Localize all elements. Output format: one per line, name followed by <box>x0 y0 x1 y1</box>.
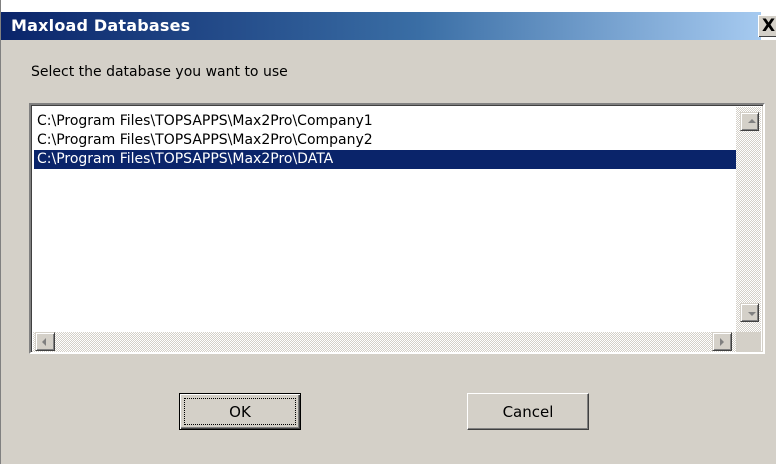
scroll-left-arrow-icon <box>42 338 46 346</box>
cancel-button[interactable]: Cancel <box>467 393 589 430</box>
horizontal-scrollbar[interactable] <box>33 332 736 352</box>
scroll-left-button[interactable] <box>35 332 55 351</box>
database-listbox[interactable]: C:\Program Files\TOPSAPPS\Max2Pro\Compan… <box>29 103 765 354</box>
close-icon: X <box>762 16 776 36</box>
vertical-scrollbar[interactable] <box>736 107 761 332</box>
scroll-right-arrow-icon <box>720 338 724 346</box>
close-button[interactable]: X <box>758 15 776 37</box>
scroll-down-arrow-icon <box>748 312 756 316</box>
list-item[interactable]: C:\Program Files\TOPSAPPS\Max2Pro\Compan… <box>34 112 736 131</box>
list-item-selected[interactable]: C:\Program Files\TOPSAPPS\Max2Pro\DATA <box>34 150 736 169</box>
scroll-up-arrow-icon <box>748 119 756 123</box>
dialog-window: Maxload Databases X Select the database … <box>0 0 776 464</box>
database-list: C:\Program Files\TOPSAPPS\Max2Pro\Compan… <box>34 112 736 169</box>
scroll-down-button[interactable] <box>740 303 759 322</box>
list-item[interactable]: C:\Program Files\TOPSAPPS\Max2Pro\Compan… <box>34 131 736 150</box>
prompt-label: Select the database you want to use <box>31 64 288 80</box>
title-bar: Maxload Databases X <box>1 0 776 40</box>
scroll-up-button[interactable] <box>740 112 759 131</box>
window-title: Maxload Databases <box>11 16 191 35</box>
ok-button-label: OK <box>229 402 251 421</box>
scrollbar-corner <box>736 332 761 352</box>
scroll-right-button[interactable] <box>712 332 732 351</box>
ok-button[interactable]: OK <box>179 393 301 430</box>
cancel-button-label: Cancel <box>502 402 554 421</box>
